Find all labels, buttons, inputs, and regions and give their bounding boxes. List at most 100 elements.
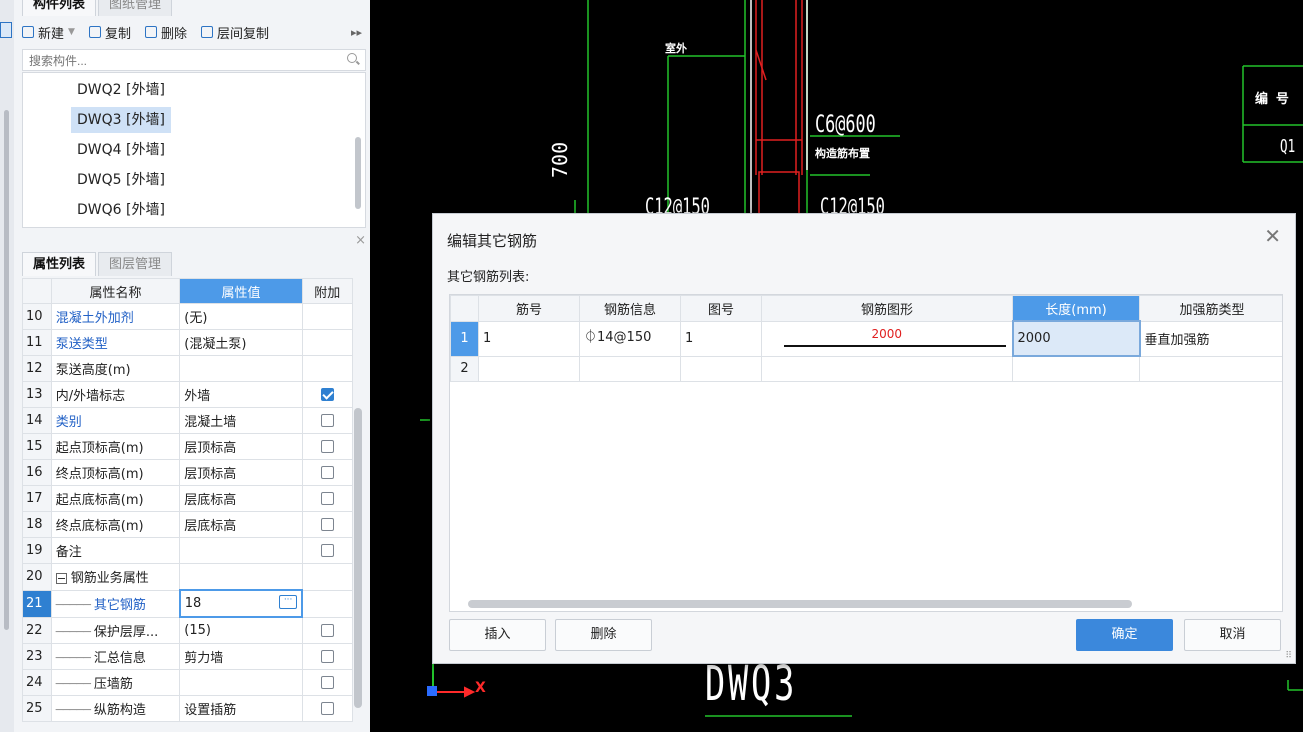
table-row[interactable]: 18 终点底标高(m) 层底标高: [22, 511, 354, 538]
table-row[interactable]: 16 终点顶标高(m) 层顶标高: [22, 459, 354, 486]
table-row[interactable]: 2: [450, 355, 1282, 382]
property-value[interactable]: [179, 537, 303, 564]
length-cell[interactable]: 2000: [1011, 320, 1141, 357]
table-row[interactable]: 14 类别 混凝土墙: [22, 407, 354, 434]
property-value[interactable]: 混凝土墙: [179, 407, 303, 434]
table-row-selected[interactable]: 1 1 ⏀14@150 1 2000 2000 垂直加强筋: [450, 320, 1282, 357]
panel-toggle-icon[interactable]: [0, 22, 12, 38]
property-value[interactable]: 层底标高: [179, 485, 303, 512]
new-icon: [22, 26, 34, 38]
close-icon[interactable]: ✕: [1264, 224, 1281, 248]
extra-checkbox[interactable]: [320, 702, 334, 715]
property-value[interactable]: 层顶标高: [179, 459, 303, 486]
cad-label-distribution: 构造筋布置: [815, 147, 870, 160]
property-label: 汇总信息: [93, 651, 146, 666]
list-item[interactable]: DWQ2 [外墙]: [71, 77, 171, 103]
type-cell[interactable]: [1139, 355, 1282, 382]
list-item[interactable]: DWQ6 [外墙]: [71, 197, 171, 223]
search-input[interactable]: [27, 51, 331, 71]
close-icon[interactable]: ×: [355, 233, 366, 248]
tab-component-list[interactable]: 构件列表: [22, 0, 97, 16]
extra-checkbox[interactable]: [320, 518, 334, 531]
collapse-icon[interactable]: [55, 573, 67, 585]
bar-info-cell[interactable]: [579, 355, 681, 382]
list-item-selected[interactable]: DWQ3 [外墙]: [71, 107, 171, 133]
extra-checkbox[interactable]: [320, 440, 334, 453]
property-value[interactable]: 剪力墙: [179, 643, 303, 670]
property-value[interactable]: 设置插筋: [179, 695, 303, 722]
shape-cell[interactable]: [761, 355, 1013, 382]
table-row-selected[interactable]: 21 ───── 其它钢筋 18 ···: [22, 589, 354, 618]
tab-property-list[interactable]: 属性列表: [22, 252, 97, 276]
table-row[interactable]: 11 泵送类型 (混凝土泵): [22, 329, 354, 356]
left-strip-scrollbar[interactable]: [4, 110, 9, 630]
extra-checkbox[interactable]: [320, 466, 334, 479]
delete-button[interactable]: 删除: [144, 23, 187, 42]
extra-checkbox[interactable]: [320, 544, 334, 557]
shape-length-label[interactable]: 2000: [763, 327, 1012, 341]
extra-checkbox[interactable]: [320, 623, 334, 637]
ellipsis-button-icon[interactable]: ···: [279, 595, 298, 609]
insert-button[interactable]: 插入: [449, 619, 546, 651]
property-name: ───── 压墙筋: [50, 669, 181, 696]
fig-no-cell[interactable]: [680, 355, 762, 382]
property-value[interactable]: 层底标高: [179, 511, 303, 538]
row-number: 18: [22, 511, 52, 538]
property-value-editor[interactable]: 18 ···: [178, 589, 304, 618]
table-row[interactable]: 23 ───── 汇总信息 剪力墙: [22, 643, 354, 670]
property-tabs: 属性列表 图层管理: [22, 252, 174, 276]
length-cell[interactable]: [1012, 355, 1140, 382]
property-value[interactable]: 外墙: [179, 381, 303, 408]
search-icon[interactable]: [347, 53, 357, 63]
extra-checkbox[interactable]: [320, 676, 334, 689]
row-number: 16: [22, 459, 52, 486]
component-list-scrollbar[interactable]: [355, 137, 361, 209]
table-row[interactable]: 12 泵送高度(m): [22, 355, 354, 382]
property-scrollbar[interactable]: [354, 408, 362, 708]
property-name: 泵送高度(m): [50, 355, 181, 382]
table-row[interactable]: 25 ───── 纵筋构造 设置插筋: [22, 695, 354, 722]
list-item[interactable]: DWQ5 [外墙]: [71, 167, 171, 193]
bar-info-cell[interactable]: ⏀14@150: [579, 320, 681, 357]
table-row[interactable]: 10 混凝土外加剂 (无): [22, 303, 354, 330]
table-row[interactable]: 19 备注: [22, 537, 354, 564]
table-row[interactable]: 24 ───── 压墙筋: [22, 669, 354, 696]
list-item[interactable]: DWQ4 [外墙]: [71, 137, 171, 163]
grid-horizontal-scrollbar[interactable]: [468, 600, 1132, 608]
type-cell[interactable]: 垂直加强筋: [1139, 320, 1282, 357]
property-value[interactable]: (无): [179, 303, 303, 330]
ok-button[interactable]: 确定: [1076, 619, 1173, 651]
property-value[interactable]: 层顶标高: [179, 433, 303, 460]
table-row[interactable]: 17 起点底标高(m) 层底标高: [22, 485, 354, 512]
table-row[interactable]: 13 内/外墙标志 外墙: [22, 381, 354, 408]
bar-no-cell[interactable]: [478, 355, 580, 382]
property-value[interactable]: [179, 355, 303, 382]
cad-table-header: 编 号: [1255, 92, 1289, 107]
cancel-button[interactable]: 取消: [1184, 619, 1281, 651]
tab-drawing-management[interactable]: 图纸管理: [98, 0, 173, 16]
new-button[interactable]: 新建 ▼: [22, 23, 75, 42]
tab-layer-management[interactable]: 图层管理: [98, 252, 173, 276]
property-value[interactable]: (混凝土泵): [179, 329, 303, 356]
shape-cell[interactable]: 2000: [761, 320, 1013, 357]
extra-checkbox[interactable]: [320, 414, 334, 427]
more-icon[interactable]: ▸▸: [351, 26, 362, 39]
floor-copy-button[interactable]: 层间复制: [200, 23, 269, 42]
bar-no-cell[interactable]: 1: [478, 320, 580, 357]
extra-checkbox[interactable]: [320, 650, 334, 663]
copy-button[interactable]: 复制: [88, 23, 131, 42]
extra-checkbox[interactable]: [320, 388, 334, 401]
property-value[interactable]: 18: [185, 596, 202, 611]
property-value[interactable]: (15): [179, 616, 303, 644]
fig-no-cell[interactable]: 1: [680, 320, 762, 357]
table-row[interactable]: 15 起点顶标高(m) 层顶标高: [22, 433, 354, 460]
extra-cell: [301, 537, 354, 564]
extra-checkbox[interactable]: [320, 492, 334, 505]
delete-row-button[interactable]: 删除: [555, 619, 652, 651]
table-row-group[interactable]: 20 钢筋业务属性: [22, 563, 354, 591]
table-row[interactable]: 22 ───── 保护层厚... (15): [22, 616, 354, 644]
property-value[interactable]: [179, 669, 303, 696]
chevron-down-icon[interactable]: ▼: [68, 27, 75, 37]
resize-grip-icon[interactable]: ⠿: [1285, 651, 1292, 661]
row-number: 1: [450, 320, 479, 357]
